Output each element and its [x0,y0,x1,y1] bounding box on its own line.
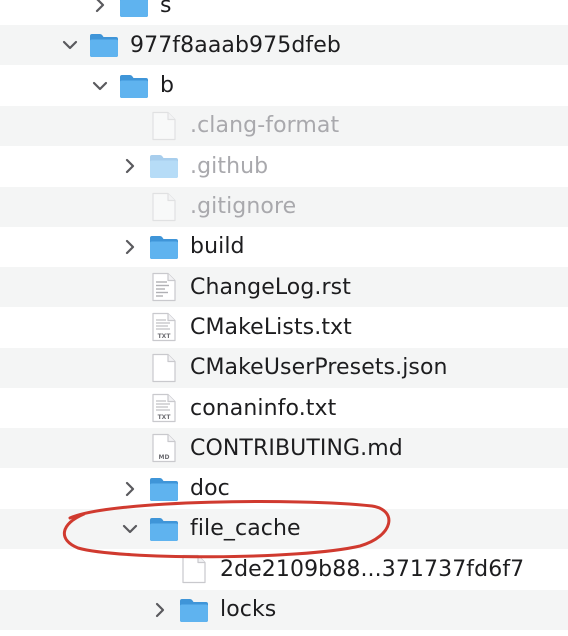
tree-row-label: 977f8aaab975dfeb [130,32,341,58]
folder-icon [88,31,120,59]
tree-row-b[interactable]: b [0,66,568,106]
txt-file-icon: TXT [148,393,180,423]
file-icon [148,111,180,140]
folder-icon [148,233,180,261]
chevron-right-icon[interactable] [122,239,138,255]
folder-icon [178,596,210,624]
file-icon [148,192,180,221]
tree-row-label: CONTRIBUTING.md [190,435,403,461]
file-icon [148,353,180,382]
file-tree: s 977f8aaab975dfeb b .clang-format .gith… [0,0,568,636]
tree-row-changelog-rst[interactable]: ChangeLog.rst [0,267,568,308]
tree-row-label: b [160,73,175,99]
tree-row-label: build [190,234,245,260]
tree-row-label: doc [190,476,230,502]
tree-row-label: ChangeLog.rst [190,274,351,300]
tree-row-doc[interactable]: doc [0,469,568,509]
tree-row-label: conaninfo.txt [190,395,337,421]
tree-row-label: s [160,0,172,18]
svg-text:TXT: TXT [158,414,172,421]
chevron-right-icon[interactable] [152,602,168,618]
svg-text:TXT: TXT [158,333,172,340]
tree-row-label: .github [190,153,269,179]
md-file-icon: MD [148,434,180,463]
tree-row-file-cache[interactable]: file_cache [0,508,568,549]
folder-icon [148,475,180,503]
tree-row-label: file_cache [190,516,301,542]
file-icon [178,555,210,584]
tree-row-contributing-md[interactable]: MD CONTRIBUTING.md [0,428,568,469]
chevron-right-icon[interactable] [92,0,108,13]
chevron-right-icon[interactable] [122,158,138,174]
chevron-down-icon[interactable] [122,521,138,537]
chevron-right-icon[interactable] [122,481,138,497]
tree-row-977f8aaab975dfeb[interactable]: 977f8aaab975dfeb [0,25,568,66]
tree-row-github[interactable]: .github [0,146,568,186]
tree-row-label: 2de2109b88...371737fd6f7 [220,556,525,582]
chevron-down-icon[interactable] [92,78,108,94]
tree-row-clang-format[interactable]: .clang-format [0,105,568,146]
folder-icon [148,152,180,180]
tree-row-label: .clang-format [190,113,340,139]
tree-row-label: CMakeLists.txt [190,314,352,340]
tree-row-build[interactable]: build [0,227,568,267]
tree-row-gitignore[interactable]: .gitignore [0,186,568,227]
tree-row-locks[interactable]: locks [0,589,568,630]
text-document-icon [148,272,180,302]
tree-row-2de2109b88-371737fd6f7[interactable]: 2de2109b88...371737fd6f7 [0,549,568,589]
tree-row-conaninfo-txt[interactable]: TXT conaninfo.txt [0,388,568,428]
txt-file-icon: TXT [148,313,180,342]
chevron-down-icon[interactable] [62,37,78,53]
tree-row-label: CMakeUserPresets.json [190,355,448,381]
tree-row-cmakelists-txt[interactable]: TXT CMakeLists.txt [0,307,568,347]
folder-icon [118,72,150,100]
tree-row-label: .gitignore [190,194,297,219]
tree-row-s[interactable]: s [0,0,568,25]
tree-row-cmakeuserpresets-json[interactable]: CMakeUserPresets.json [0,347,568,388]
tree-row-label: locks [220,597,277,622]
folder-icon [118,0,150,19]
folder-icon [148,515,180,543]
svg-text:MD: MD [159,454,170,461]
